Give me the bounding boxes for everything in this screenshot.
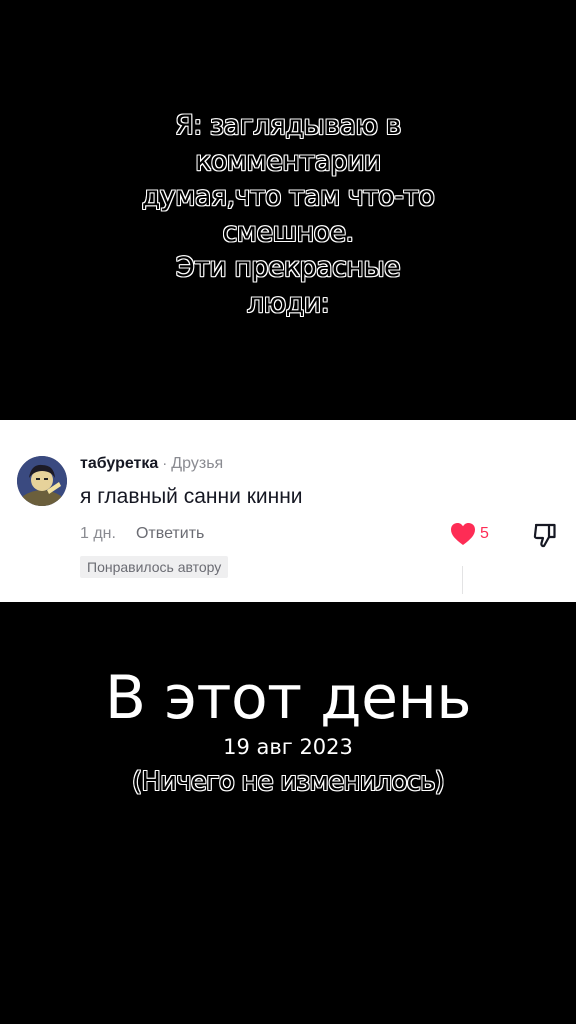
avatar-image [17, 456, 67, 506]
caption-line: люди: [246, 287, 330, 319]
caption-line: комментарии [195, 145, 382, 177]
comment-meta: 1 дн. Ответить [80, 524, 204, 544]
comment-time: 1 дн. [80, 525, 116, 542]
heart-icon [451, 523, 475, 545]
like-count: 5 [480, 525, 489, 542]
video-frame: { "caption": { "lines": [ "Я: заглядываю… [0, 0, 576, 1024]
like-button[interactable]: 5 [450, 522, 489, 546]
on-this-day-title: В этот день [104, 663, 472, 733]
reply-button[interactable]: Ответить [136, 525, 204, 542]
dislike-button[interactable] [532, 522, 558, 548]
caption-line: смешное. [222, 216, 355, 248]
caption-line: думая,что там что-то [141, 180, 435, 212]
comment-header: табуретка · Друзья [80, 453, 223, 474]
caption-line: Я: заглядываю в [175, 109, 402, 141]
thumbs-down-icon [533, 523, 556, 548]
caption-line: Эти прекрасные [175, 251, 401, 283]
liked-by-author-badge: Понравилось автору [80, 556, 229, 578]
separator-dot: · [162, 455, 168, 472]
username[interactable]: табуретка [80, 455, 158, 472]
comment-text: я главный санни кинни [80, 485, 303, 508]
meme-caption: Я: заглядываю в комментарии думая,что та… [0, 108, 576, 321]
memory-date: 19 авг 2023 [223, 735, 353, 759]
overlay-note: (Ничего не изменилось) [132, 767, 446, 798]
divider [462, 566, 463, 594]
avatar[interactable] [17, 456, 67, 506]
comment-card: табуретка · Друзья я главный санни кинни 1… [0, 420, 576, 602]
relation-label: Друзья [171, 455, 224, 472]
